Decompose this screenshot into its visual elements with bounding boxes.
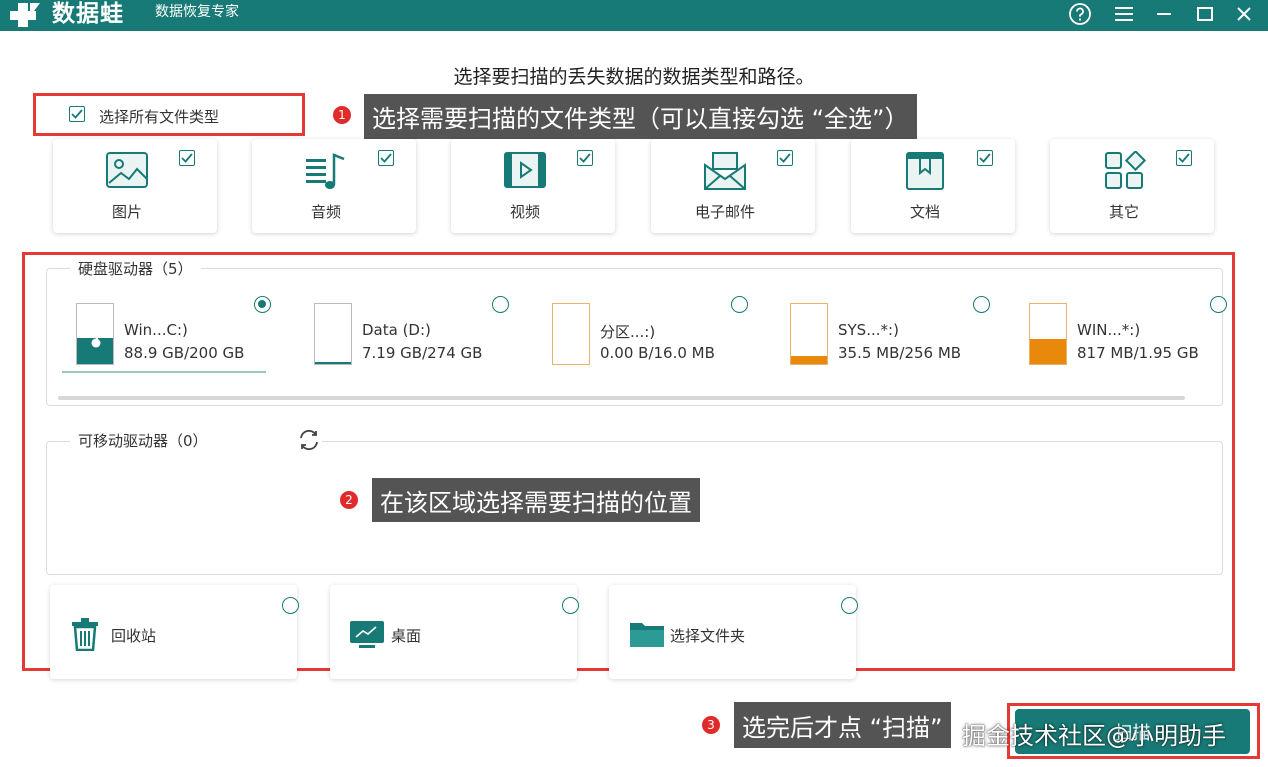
windows-drive-icon xyxy=(76,303,114,365)
file-type-label: 文档 xyxy=(909,203,940,221)
checkmark-icon xyxy=(579,153,591,163)
drive-size: 88.9 GB/200 GB xyxy=(124,344,245,362)
drive-radio[interactable] xyxy=(254,296,271,313)
help-icon xyxy=(1069,3,1091,25)
location-radio[interactable] xyxy=(841,597,858,614)
close-button[interactable] xyxy=(1229,0,1259,28)
file-type-checkbox[interactable] xyxy=(1176,150,1192,166)
checkmark-icon xyxy=(181,153,193,163)
drive-name: SYS...*:) xyxy=(838,321,899,339)
help-button[interactable] xyxy=(1065,0,1095,28)
refresh-icon xyxy=(300,429,318,451)
horizontal-scrollbar[interactable] xyxy=(58,396,1185,400)
menu-icon xyxy=(1115,7,1133,21)
callout-text: 在该区域选择需要扫描的位置 xyxy=(372,478,700,522)
callout-text: 选择需要扫描的文件类型（可以直接勾选 “全选”） xyxy=(364,94,917,139)
app-brand: 数据蛙 xyxy=(52,1,124,27)
recycle-bin-icon xyxy=(72,618,98,651)
refresh-button[interactable] xyxy=(296,428,322,452)
location-card-recycle-bin[interactable]: 回收站 xyxy=(50,585,299,679)
checkmark-icon xyxy=(1178,153,1190,163)
drive-name: Data (D:) xyxy=(362,321,431,339)
document-icon xyxy=(906,152,944,190)
checkmark-icon xyxy=(71,109,83,119)
drive-icon xyxy=(1029,303,1067,365)
file-type-checkbox[interactable] xyxy=(577,150,593,166)
drive-radio[interactable] xyxy=(973,296,990,313)
file-type-card-other[interactable]: 其它 xyxy=(1050,139,1214,233)
drive-size: 35.5 MB/256 MB xyxy=(838,344,962,362)
file-type-card-video[interactable]: 视频 xyxy=(451,139,615,233)
selected-drive-underline xyxy=(62,371,266,373)
drive-size: 817 MB/1.95 GB xyxy=(1077,344,1199,362)
drive-icon xyxy=(552,303,590,365)
other-icon xyxy=(1105,151,1146,189)
drive-name: WIN...*:) xyxy=(1077,321,1141,339)
menu-button[interactable] xyxy=(1109,0,1139,28)
email-icon xyxy=(704,152,746,190)
title-bar: 数据蛙 数据恢复专家 xyxy=(0,0,1268,31)
drive-radio[interactable] xyxy=(731,296,748,313)
drive-icon xyxy=(790,303,828,365)
location-label: 选择文件夹 xyxy=(670,627,746,645)
callout-text: 选完后才点 “扫描” xyxy=(734,702,951,748)
watermark-text: 掘金技术社区@小明助手 xyxy=(962,722,1226,750)
audio-icon xyxy=(306,153,345,189)
video-icon xyxy=(504,152,546,188)
drive-icon xyxy=(314,303,352,365)
app-logo-icon xyxy=(10,3,40,27)
desktop-icon xyxy=(350,621,384,648)
location-label: 回收站 xyxy=(111,627,157,645)
file-type-checkbox[interactable] xyxy=(179,150,195,166)
select-all-label[interactable]: 选择所有文件类型 xyxy=(99,106,219,127)
file-type-label: 音频 xyxy=(310,203,341,221)
location-radio[interactable] xyxy=(562,597,579,614)
file-type-label: 视频 xyxy=(509,203,540,221)
file-type-label: 图片 xyxy=(111,203,142,221)
minimize-icon xyxy=(1157,13,1171,15)
hard-drives-title: 硬盘驱动器（5） xyxy=(70,258,201,279)
location-label: 桌面 xyxy=(391,627,422,645)
file-type-checkbox[interactable] xyxy=(777,150,793,166)
file-type-checkbox[interactable] xyxy=(977,150,993,166)
app-subtitle: 数据恢复专家 xyxy=(155,4,239,20)
maximize-button[interactable] xyxy=(1190,0,1220,28)
file-type-checkbox[interactable] xyxy=(378,150,394,166)
drive-name: Win...C:) xyxy=(124,321,188,339)
removable-drives-title: 可移动驱动器（0） xyxy=(70,430,298,451)
drive-size: 0.00 B/16.0 MB xyxy=(600,344,715,362)
drive-radio[interactable] xyxy=(492,296,509,313)
drive-name: 分区...:) xyxy=(600,323,656,341)
checkmark-icon xyxy=(779,153,791,163)
minimize-button[interactable] xyxy=(1149,0,1179,28)
checkmark-icon xyxy=(979,153,991,163)
drive-radio[interactable] xyxy=(1210,296,1227,313)
image-icon xyxy=(106,152,148,188)
location-card-desktop[interactable]: 桌面 xyxy=(330,585,579,679)
callout-badge: 1 xyxy=(331,104,353,126)
apple-logo-icon xyxy=(91,336,101,348)
maximize-icon xyxy=(1197,7,1213,21)
file-type-label: 其它 xyxy=(1108,203,1139,221)
folder-icon xyxy=(630,623,664,647)
select-all-highlight: 选择所有文件类型 xyxy=(33,93,305,136)
page-heading: 选择要扫描的丢失数据的数据类型和路径。 xyxy=(453,66,815,88)
file-type-card-audio[interactable]: 音频 xyxy=(252,139,416,233)
callout-badge: 3 xyxy=(700,714,722,736)
callout-badge: 2 xyxy=(338,489,360,511)
location-card-folder[interactable]: 选择文件夹 xyxy=(609,585,858,679)
checkmark-icon xyxy=(380,153,392,163)
file-type-label: 电子邮件 xyxy=(694,203,755,221)
drive-size: 7.19 GB/274 GB xyxy=(362,344,483,362)
file-type-card-document[interactable]: 文档 xyxy=(851,139,1015,233)
close-icon xyxy=(1237,7,1251,21)
file-type-card-email[interactable]: 电子邮件 xyxy=(651,139,815,233)
file-type-card-image[interactable]: 图片 xyxy=(53,139,217,233)
location-radio[interactable] xyxy=(282,597,299,614)
select-all-checkbox[interactable] xyxy=(69,106,85,122)
